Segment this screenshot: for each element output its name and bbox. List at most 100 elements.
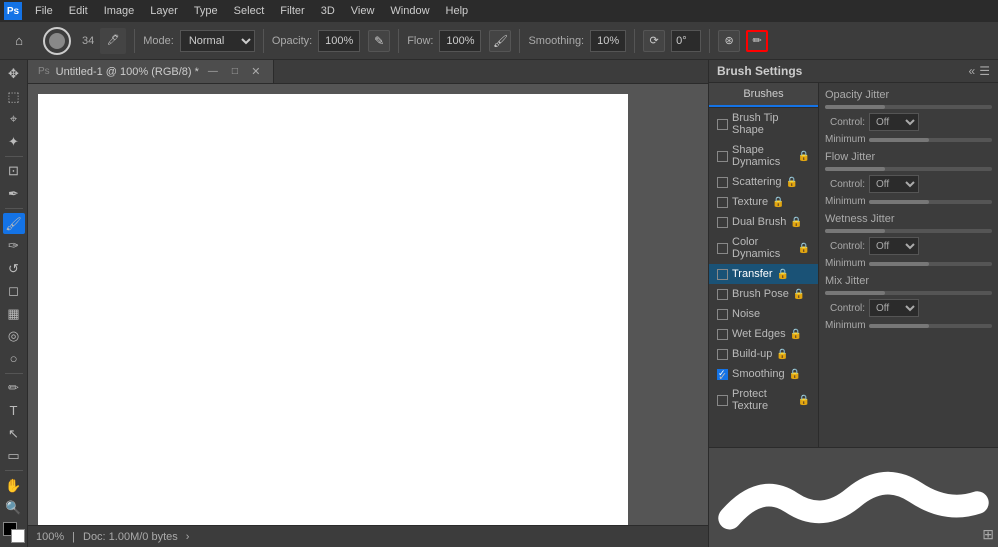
lasso-tool[interactable]: ⌖ xyxy=(3,109,25,130)
menu-view[interactable]: View xyxy=(344,3,382,19)
airbrush-button[interactable]: 🖌 xyxy=(489,30,511,52)
mix-minimum-slider[interactable] xyxy=(869,324,992,328)
protect-texture-item[interactable]: Protect Texture 🔒 xyxy=(709,384,818,416)
flow-jitter-slider[interactable] xyxy=(825,167,992,171)
build-up-item[interactable]: Build-up 🔒 xyxy=(709,344,818,364)
noise-item[interactable]: Noise xyxy=(709,304,818,324)
wetness-minimum-label: Minimum xyxy=(825,258,865,269)
canvas[interactable] xyxy=(38,94,628,525)
flow-minimum-slider[interactable] xyxy=(869,200,992,204)
transfer-checkbox[interactable] xyxy=(717,269,728,280)
menu-window[interactable]: Window xyxy=(383,3,436,19)
wet-edges-item[interactable]: Wet Edges 🔒 xyxy=(709,324,818,344)
menu-filter[interactable]: Filter xyxy=(273,3,311,19)
doc-minimize-button[interactable]: — xyxy=(205,64,221,80)
smoothing-item[interactable]: ✓ Smoothing 🔒 xyxy=(709,364,818,384)
symmetry-button[interactable]: ⊛ xyxy=(718,30,740,52)
brush-tool[interactable]: 🖌 xyxy=(3,213,25,234)
mix-control-row: Control: Off xyxy=(825,299,992,317)
transfer-item[interactable]: Transfer 🔒 xyxy=(709,264,818,284)
opacity-control-select[interactable]: Off xyxy=(869,113,919,131)
flow-input[interactable] xyxy=(439,30,481,52)
background-color[interactable] xyxy=(11,529,25,543)
flow-control-select[interactable]: Off xyxy=(869,175,919,193)
smoothing-checkbox[interactable]: ✓ xyxy=(717,369,728,380)
brush-pose-item[interactable]: Brush Pose 🔒 xyxy=(709,284,818,304)
gradient-tool[interactable]: ▦ xyxy=(3,304,25,325)
history-brush-tool[interactable]: ↺ xyxy=(3,258,25,279)
wetness-jitter-slider[interactable] xyxy=(825,229,992,233)
blur-tool[interactable]: ◎ xyxy=(3,326,25,347)
opacity-minimum-slider[interactable] xyxy=(869,138,992,142)
menu-edit[interactable]: Edit xyxy=(62,3,95,19)
color-dynamics-checkbox[interactable] xyxy=(717,243,728,254)
dual-brush-label: Dual Brush xyxy=(732,216,786,228)
brush-tip-shape-checkbox[interactable] xyxy=(717,119,728,130)
zoom-tool[interactable]: 🔍 xyxy=(3,498,25,519)
noise-checkbox[interactable] xyxy=(717,309,728,320)
mix-minimum-row: Minimum xyxy=(825,320,992,331)
panel-menu-icon[interactable]: ☰ xyxy=(979,64,990,78)
menu-layer[interactable]: Layer xyxy=(143,3,185,19)
dual-brush-checkbox[interactable] xyxy=(717,217,728,228)
move-tool[interactable]: ✥ xyxy=(3,64,25,85)
fg-bg-colors[interactable] xyxy=(3,522,25,543)
menu-3d[interactable]: 3D xyxy=(314,3,342,19)
brush-settings-button[interactable]: ✏ xyxy=(746,30,768,52)
dual-brush-item[interactable]: Dual Brush 🔒 xyxy=(709,212,818,232)
doc-maximize-button[interactable]: □ xyxy=(227,64,243,80)
menu-file[interactable]: File xyxy=(28,3,60,19)
shape-tool[interactable]: ▭ xyxy=(3,446,25,467)
document-tab[interactable]: Ps Untitled-1 @ 100% (RGB/8) * — □ ✕ xyxy=(28,60,274,83)
texture-item[interactable]: Texture 🔒 xyxy=(709,192,818,212)
select-rect-tool[interactable]: ⬚ xyxy=(3,87,25,108)
mix-minimum-label: Minimum xyxy=(825,320,865,331)
menu-type[interactable]: Type xyxy=(187,3,225,19)
wet-edges-checkbox[interactable] xyxy=(717,329,728,340)
pen-tool[interactable]: ✏ xyxy=(3,378,25,399)
color-dynamics-item[interactable]: Color Dynamics 🔒 xyxy=(709,232,818,264)
text-tool[interactable]: T xyxy=(3,401,25,422)
angle-icon[interactable]: ⟳ xyxy=(643,30,665,52)
eraser-tool[interactable]: ◻ xyxy=(3,281,25,302)
path-selection-tool[interactable]: ↖ xyxy=(3,423,25,444)
pressure-opacity-button[interactable]: ✎ xyxy=(368,30,390,52)
magic-wand-tool[interactable]: ✦ xyxy=(3,132,25,153)
opacity-jitter-slider[interactable] xyxy=(825,105,992,109)
protect-texture-checkbox[interactable] xyxy=(717,395,728,406)
build-up-checkbox[interactable] xyxy=(717,349,728,360)
menu-select[interactable]: Select xyxy=(227,3,272,19)
mode-select[interactable]: Normal xyxy=(180,30,255,52)
toggle-brush-settings[interactable]: 🖊 xyxy=(100,28,126,54)
home-button[interactable]: ⌂ xyxy=(6,28,32,54)
mix-jitter-slider[interactable] xyxy=(825,291,992,295)
angle-input[interactable] xyxy=(671,30,701,52)
crop-tool[interactable]: ⊡ xyxy=(3,161,25,182)
brush-pose-checkbox[interactable] xyxy=(717,289,728,300)
brushes-tab[interactable]: Brushes xyxy=(709,83,818,107)
opacity-input[interactable] xyxy=(318,30,360,52)
preview-expand-button[interactable]: ⊞ xyxy=(982,526,994,543)
scattering-checkbox[interactable] xyxy=(717,177,728,188)
mix-control-select[interactable]: Off xyxy=(869,299,919,317)
texture-checkbox[interactable] xyxy=(717,197,728,208)
panel-collapse-icon[interactable]: « xyxy=(969,64,976,78)
eyedropper-tool[interactable]: ✒ xyxy=(3,184,25,205)
noise-label: Noise xyxy=(732,308,760,320)
brush-preset-picker[interactable] xyxy=(38,22,76,60)
wetness-minimum-slider[interactable] xyxy=(869,262,992,266)
hand-tool[interactable]: ✋ xyxy=(3,475,25,496)
menu-image[interactable]: Image xyxy=(97,3,142,19)
scattering-item[interactable]: Scattering 🔒 xyxy=(709,172,818,192)
shape-dynamics-checkbox[interactable] xyxy=(717,151,728,162)
doc-close-button[interactable]: ✕ xyxy=(249,65,263,79)
dodge-tool[interactable]: ○ xyxy=(3,349,25,370)
smoothing-input[interactable] xyxy=(590,30,626,52)
shape-dynamics-item[interactable]: Shape Dynamics 🔒 xyxy=(709,140,818,172)
clone-stamp-tool[interactable]: ✑ xyxy=(3,236,25,257)
canvas-area: Ps Untitled-1 @ 100% (RGB/8) * — □ ✕ 100… xyxy=(28,60,708,547)
menu-help[interactable]: Help xyxy=(439,3,476,19)
status-arrow[interactable]: › xyxy=(186,531,190,543)
wetness-control-select[interactable]: Off xyxy=(869,237,919,255)
brush-tip-shape-item[interactable]: Brush Tip Shape xyxy=(709,108,818,140)
